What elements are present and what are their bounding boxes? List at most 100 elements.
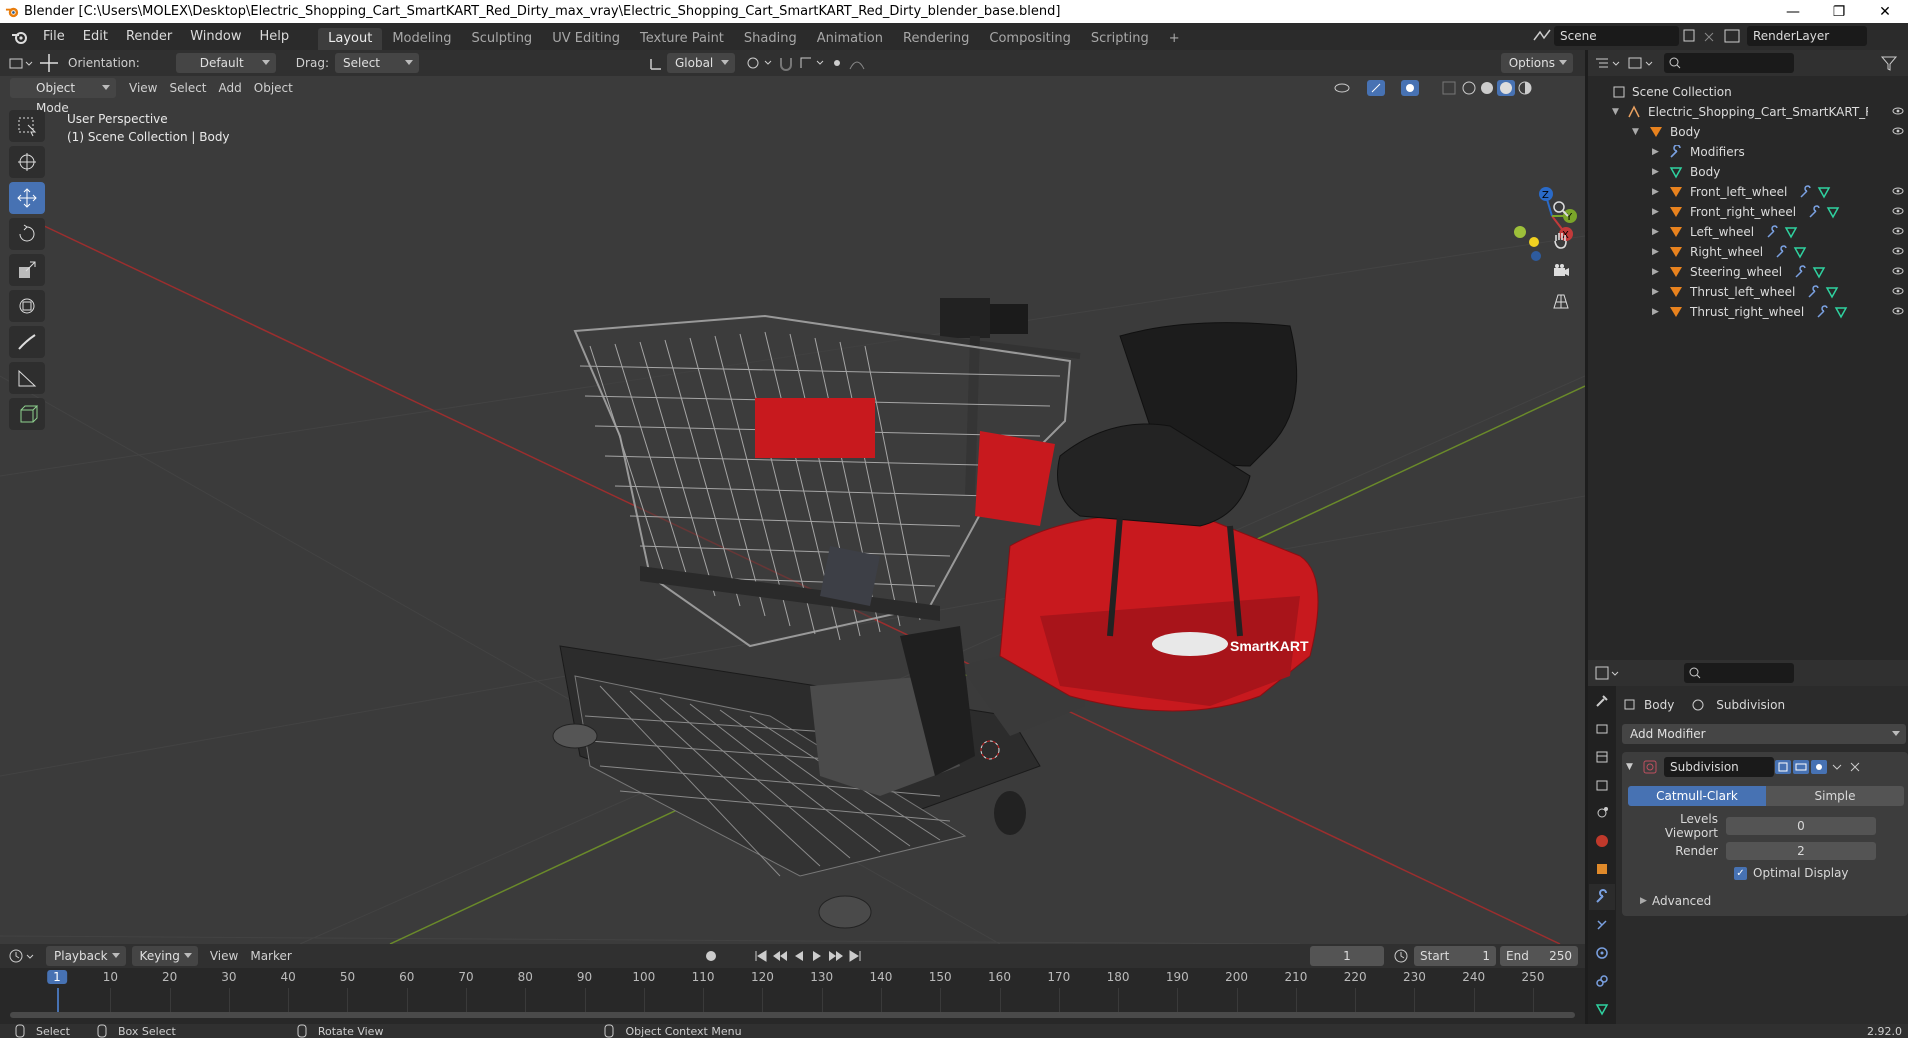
object-data-icon[interactable] [1814,305,1854,319]
menu-view[interactable]: View [129,81,157,95]
pivot-point-icon[interactable] [741,53,775,73]
eye-icon[interactable] [1892,266,1904,276]
advanced-subpanel[interactable]: ▶ Advanced [1626,894,1904,908]
new-scene-icon[interactable] [1679,26,1701,46]
timeline-scrollbar[interactable] [10,1012,1575,1018]
object-data-icon[interactable] [1805,285,1845,299]
expand-arrow-icon[interactable]: ▶ [1652,187,1668,197]
eye-icon[interactable] [1892,246,1904,256]
move-tool[interactable] [9,182,45,214]
delete-scene-icon[interactable] [1701,26,1717,46]
tab-tool[interactable] [1589,688,1615,714]
play-icon[interactable] [808,946,826,966]
expand-arrow-icon[interactable]: ▼ [1632,127,1648,137]
play-reverse-icon[interactable] [790,946,808,966]
tab-constraints[interactable] [1589,968,1615,994]
properties-search-input[interactable] [1684,663,1794,683]
perspective-toggle-button[interactable] [1548,289,1574,315]
close-button[interactable]: ✕ [1862,0,1908,23]
simple-button[interactable]: Simple [1766,786,1904,806]
timeline-area[interactable]: 1 10 20 30 40 50 60 70 80 90 100 110 120 130 140 150 160… [0,968,1585,1024]
outliner-item[interactable]: ▼ Body [1588,122,1908,142]
current-frame-field[interactable]: 1 [1310,946,1384,966]
timeline-editor-icon[interactable] [0,946,40,966]
outliner-editor-icon[interactable] [1588,53,1624,73]
start-frame-field[interactable]: Start 1 [1414,946,1496,966]
menu-file[interactable]: File [34,26,74,48]
expand-arrow-icon[interactable]: ▶ [1652,207,1668,217]
object-data-icon[interactable] [1797,185,1837,199]
snap-icon[interactable] [775,53,797,73]
restore-button[interactable]: ❐ [1816,0,1862,23]
outliner-item[interactable]: ▶ Right_wheel [1588,242,1908,262]
proportional-edit-icon[interactable] [827,53,847,73]
minimize-button[interactable]: — [1770,0,1816,23]
eye-icon[interactable] [1892,286,1904,296]
overlays-icon[interactable] [1398,78,1438,98]
use-preview-range-icon[interactable] [1390,946,1412,966]
transform-orientation-dropdown[interactable]: Global [666,53,735,73]
remove-modifier-icon[interactable] [1846,759,1864,775]
tab-data[interactable] [1589,996,1615,1022]
catmull-clark-button[interactable]: Catmull-Clark [1628,786,1766,806]
tab-physics[interactable] [1589,940,1615,966]
tab-layout[interactable]: Layout [318,28,383,50]
outliner-search-input[interactable] [1664,53,1794,73]
menu-object[interactable]: Object [254,81,293,95]
tab-texture-paint[interactable]: Texture Paint [630,28,734,50]
expand-arrow-icon[interactable]: ▶ [1652,247,1668,257]
add-workspace-button[interactable]: + [1159,28,1190,50]
expand-arrow-icon[interactable]: ▶ [1652,167,1668,177]
eye-icon[interactable] [1892,206,1904,216]
playhead[interactable]: 1 [47,970,67,984]
end-frame-field[interactable]: End 250 [1500,946,1578,966]
visibility-icon[interactable] [1330,78,1364,98]
outliner-item[interactable]: ▶ Front_right_wheel [1588,202,1908,222]
tab-compositing[interactable]: Compositing [979,28,1081,50]
tab-animation[interactable]: Animation [807,28,893,50]
jump-start-icon[interactable] [752,946,770,966]
expand-advanced-icon[interactable]: ▶ [1640,896,1652,906]
material-shading-icon[interactable] [1496,78,1516,98]
outliner-item[interactable]: ▶ Thrust_right_wheel [1588,302,1908,322]
tab-uv-editing[interactable]: UV Editing [542,28,630,50]
tab-sculpting[interactable]: Sculpting [461,28,542,50]
tab-particles[interactable] [1589,912,1615,938]
expand-arrow-icon[interactable]: ▶ [1652,287,1668,297]
drag-dropdown[interactable]: Select Box [334,53,419,90]
menu-render[interactable]: Render [117,26,181,48]
editor-type-icon[interactable] [0,53,36,73]
scene-field[interactable]: Scene [1554,26,1679,46]
xray-icon[interactable] [1438,78,1460,98]
keying-menu[interactable]: Keying [131,946,198,966]
menu-help[interactable]: Help [251,26,299,48]
orientation-dropdown[interactable]: Default [175,53,276,73]
pan-button[interactable] [1548,227,1574,253]
menu-edit[interactable]: Edit [74,26,117,48]
options-dropdown[interactable]: Options [1500,53,1573,73]
scale-tool[interactable] [9,254,45,286]
outliner-item[interactable]: ▶ Steering_wheel [1588,262,1908,282]
menu-add[interactable]: Add [219,81,242,95]
falloff-icon[interactable] [847,53,873,73]
annotate-tool[interactable] [9,326,45,358]
edit-mode-toggle-icon[interactable] [1774,759,1792,775]
tab-scene[interactable] [1589,800,1615,826]
tab-world[interactable] [1589,828,1615,854]
modifier-menu-icon[interactable] [1828,759,1846,775]
zoom-button[interactable] [1548,196,1574,222]
outliner-item[interactable]: ▶ Body [1588,162,1908,182]
outliner-item[interactable]: ▶ Thrust_left_wheel [1588,282,1908,302]
eye-icon[interactable] [1892,306,1904,316]
expand-arrow-icon[interactable]: ▶ [1652,267,1668,277]
cart-model[interactable]: SmartKART [552,298,1319,929]
rotate-tool[interactable] [9,218,45,250]
eye-icon[interactable] [1892,186,1904,196]
jump-keyframe-back-icon[interactable] [770,946,790,966]
filter-icon[interactable] [1878,53,1908,73]
tab-output[interactable] [1589,744,1615,770]
render-levels-field[interactable]: 2 [1726,842,1876,860]
renderlayer-icon[interactable] [1717,26,1747,46]
expand-arrow-icon[interactable]: ▶ [1652,227,1668,237]
object-data-icon[interactable] [1764,225,1804,239]
